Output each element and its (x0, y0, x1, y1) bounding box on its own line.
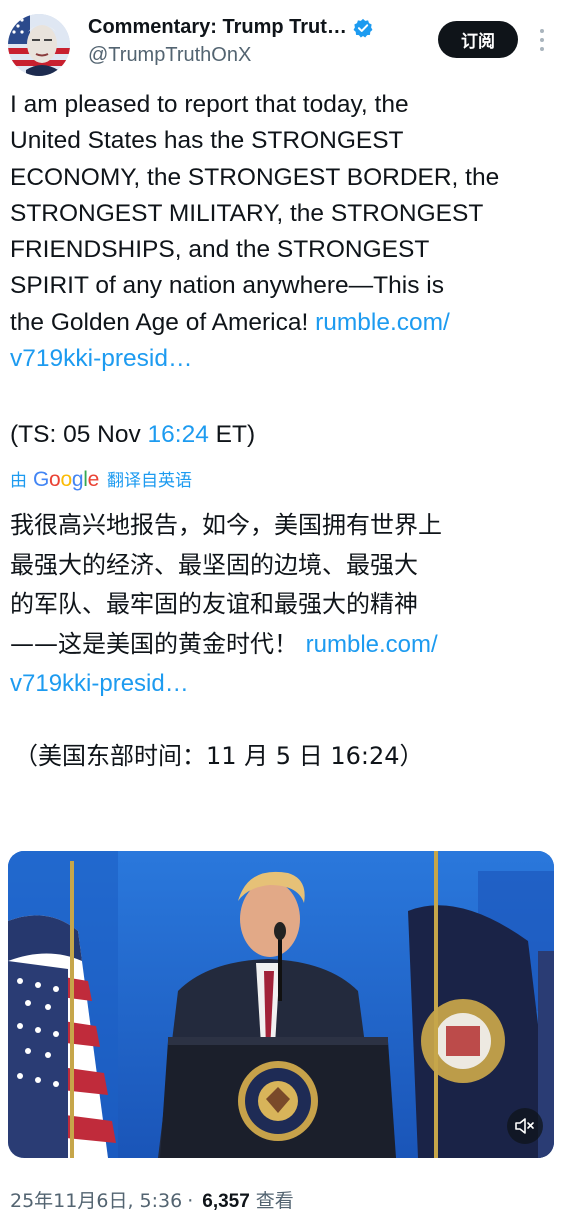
translated-line-with-link: ——这是美国的黄金时代！ rumble.com/ (10, 625, 555, 665)
tweet-line: United States has the STRONGEST (10, 127, 404, 155)
timestamp-line: (TS: 05 Nov 16:24 ET) (10, 417, 255, 453)
video-frame (8, 851, 554, 1158)
more-vertical-icon[interactable] (532, 26, 552, 54)
tweet-line: FRIENDSHIPS, and the STRONGEST (10, 236, 430, 264)
separator-dot: · (187, 1190, 194, 1212)
translated-line: 的军队、最牢固的友谊和最强大的精神 (10, 590, 418, 618)
rumble-link-continued[interactable]: v719kki-presid… (10, 345, 192, 372)
ts-prefix: (TS: 05 Nov (10, 421, 148, 448)
tweet-line: SPIRIT of any nation anywhere—This is (10, 272, 444, 300)
translated-line: 最强大的经济、最坚固的边境、最强大 (10, 550, 418, 579)
translated-by-label: 由 (10, 471, 27, 491)
tweet-text: I am pleased to report that today, the U… (10, 87, 550, 377)
post-metadata: 25年11月6日, 5:36 · 6,357 查看 (10, 1186, 294, 1213)
rumble-link[interactable]: rumble.com/ (315, 309, 450, 336)
subscribe-button[interactable]: 订阅 (438, 21, 518, 58)
tweet-line: the Golden Age of America! (10, 308, 316, 336)
tweet-line: ECONOMY, the STRONGEST BORDER, the (10, 163, 500, 191)
rumble-link-translated-continued[interactable]: v719kki-presid… (10, 670, 189, 697)
rumble-link-translated[interactable]: rumble.com/ (306, 631, 438, 658)
ts-suffix: ET) (208, 421, 256, 448)
ts-time-link[interactable]: 16:24 (148, 421, 209, 448)
display-name-row[interactable]: Commentary: Trump Trut… (88, 16, 373, 39)
verified-badge-icon (353, 18, 373, 38)
translate-source-label[interactable]: 翻译自英语 (107, 466, 192, 491)
tweet-line: I am pleased to report that today, the (10, 91, 409, 118)
views-count: 6,357 (202, 1191, 250, 1212)
translated-line: ——这是美国的黄金时代！ (10, 629, 306, 658)
google-logo: Google (33, 468, 99, 491)
avatar[interactable] (8, 14, 70, 76)
tweet-line: STRONGEST MILITARY, the STRONGEST (10, 199, 484, 227)
translated-timestamp: （美国东部时间：11 月 5 日 16:24） (14, 742, 424, 770)
translated-text: 我很高兴地报告，如今，美国拥有世界上 最强大的经济、最坚固的边境、最强大 的军队… (10, 506, 555, 704)
display-name[interactable]: Commentary: Trump Trut… (88, 16, 347, 39)
user-handle[interactable]: @TrumpTruthOnX (88, 44, 251, 67)
translated-by-row[interactable]: 由 Google 翻译自英语 (10, 466, 192, 492)
tweet-line-with-link: the Golden Age of America! rumble.com/ (10, 305, 550, 341)
volume-muted-icon[interactable] (507, 1108, 543, 1144)
post-date[interactable]: 25年11月6日, 5:36 (10, 1186, 182, 1213)
video-player[interactable] (8, 851, 554, 1158)
views-label: 查看 (255, 1190, 294, 1212)
translated-line: 我很高兴地报告，如今，美国拥有世界上 (10, 511, 442, 539)
